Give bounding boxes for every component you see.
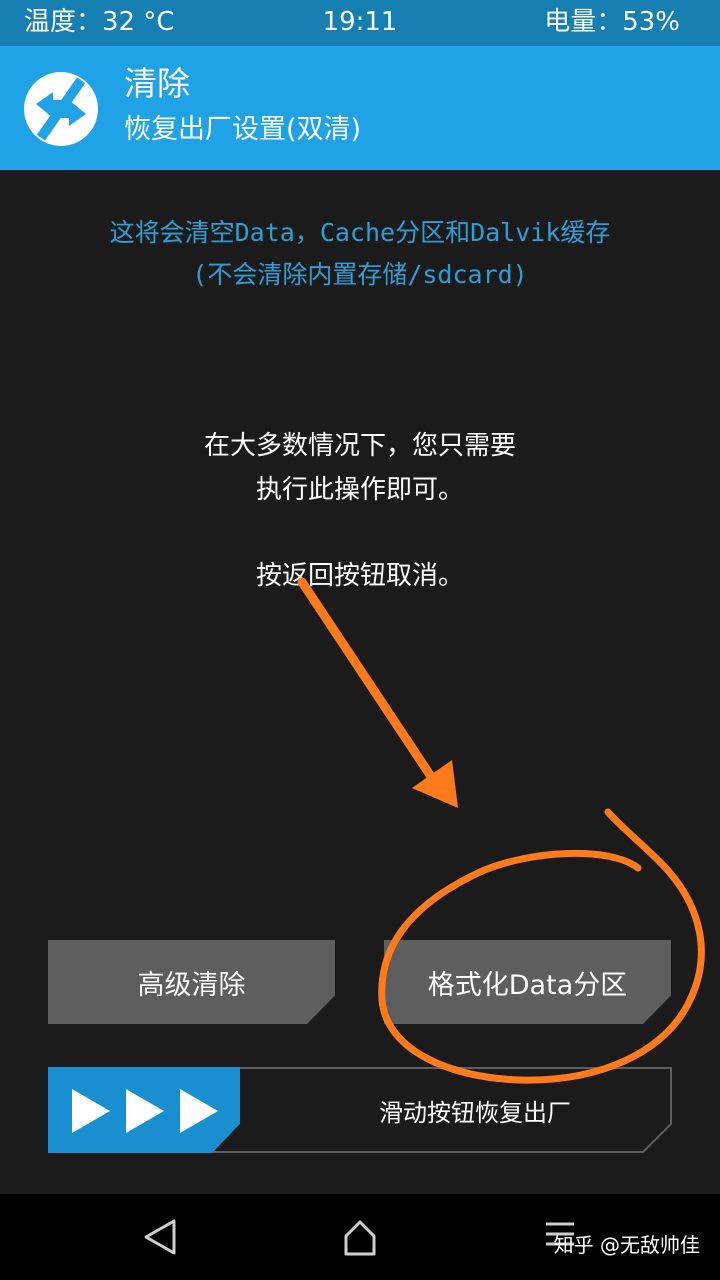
format-data-button[interactable]: 格式化Data分区 bbox=[384, 940, 671, 1024]
swipe-to-factory-reset-slider[interactable]: 滑动按钮恢复出厂 bbox=[48, 1067, 672, 1153]
slider-label: 滑动按钮恢复出厂 bbox=[379, 1098, 571, 1127]
slider-handle[interactable] bbox=[48, 1067, 240, 1153]
page-title: 清除 bbox=[124, 64, 190, 103]
info-line: 执行此操作即可。 bbox=[255, 475, 464, 505]
advanced-wipe-button[interactable]: 高级清除 bbox=[48, 940, 335, 1024]
watermark: 知乎 @无敌帅佳 bbox=[553, 1233, 700, 1257]
status-bar: 温度：32 °C 19:11 电量：53% bbox=[0, 0, 720, 46]
info-line: 按返回按钮取消。 bbox=[255, 561, 464, 591]
page-subtitle: 恢复出厂设置(双清) bbox=[124, 114, 362, 145]
info-line: 在大多数情况下，您只需要 bbox=[203, 431, 516, 461]
twrp-logo-icon bbox=[24, 72, 98, 146]
info-text: 在大多数情况下，您只需要 执行此操作即可。 按返回按钮取消。 bbox=[0, 424, 720, 598]
notice-line: 这将会清空Data，Cache分区和Dalvik缓存 bbox=[109, 218, 611, 247]
triple-play-arrows-icon bbox=[70, 1087, 220, 1135]
battery-readout: 电量：53% bbox=[544, 7, 680, 37]
home-icon[interactable] bbox=[330, 1212, 390, 1262]
back-triangle-icon[interactable] bbox=[130, 1212, 190, 1262]
orange-arrow-annotation bbox=[297, 577, 458, 808]
wipe-notice: 这将会清空Data，Cache分区和Dalvik缓存 (不会清除内置存储/sdc… bbox=[0, 212, 720, 296]
notice-line: (不会清除内置存储/sdcard) bbox=[192, 260, 528, 289]
app-header: 清除 恢复出厂设置(双清) bbox=[0, 46, 720, 170]
